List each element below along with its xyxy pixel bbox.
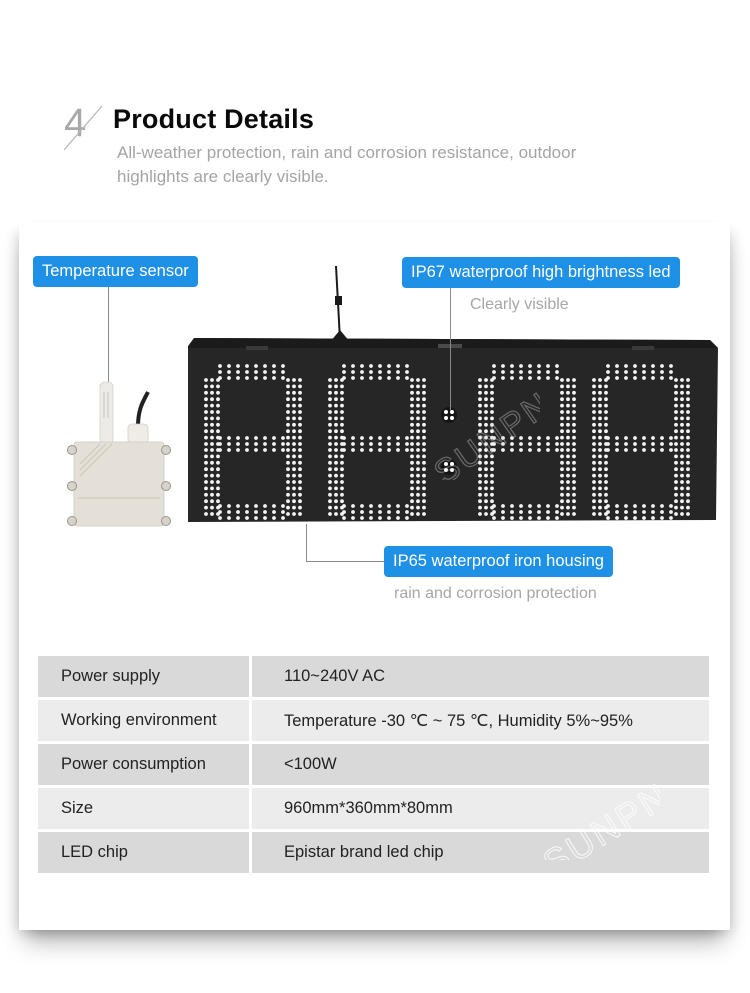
temperature-sensor-image — [67, 381, 171, 527]
spec-label: Size — [38, 788, 249, 829]
spec-label: Power supply — [38, 656, 249, 697]
spec-row-power-supply: Power supply 110~240V AC — [38, 656, 709, 697]
housing-leader-horizontal — [306, 561, 384, 562]
led-display-image — [188, 265, 718, 522]
spec-row-led-chip: LED chip Epistar brand led chip — [38, 832, 709, 873]
colon-lower — [441, 459, 457, 475]
led-feature-caption: Clearly visible — [470, 296, 569, 313]
housing-feature-badge: IP65 waterproof iron housing — [384, 546, 613, 577]
svg-text:4: 4 — [64, 101, 86, 145]
temperature-sensor-badge: Temperature sensor — [33, 256, 198, 287]
spec-row-working-environment: Working environment Temperature -30 ℃ ~ … — [38, 700, 709, 741]
led-leader-line — [450, 288, 451, 410]
spec-label: LED chip — [38, 832, 249, 873]
colon-upper — [441, 407, 457, 423]
housing-feature-caption: rain and corrosion protection — [394, 585, 597, 602]
spec-value: <100W — [252, 744, 709, 785]
spec-value: 960mm*360mm*80mm — [252, 788, 709, 829]
page-title: Product Details — [113, 104, 315, 134]
step-number-icon: 4 — [63, 101, 103, 151]
spec-value: Epistar brand led chip — [252, 832, 709, 873]
page-subtitle: All-weather protection, rain and corrosi… — [117, 143, 577, 186]
spec-row-size: Size 960mm*360mm*80mm — [38, 788, 709, 829]
sensor-leader-line — [108, 287, 109, 383]
led-feature-badge: IP67 waterproof high brightness led — [402, 257, 680, 288]
spec-row-power-consumption: Power consumption <100W — [38, 744, 709, 785]
spec-label: Power consumption — [38, 744, 249, 785]
spec-value: Temperature -30 ℃ ~ 75 ℃, Humidity 5%~95… — [252, 700, 709, 741]
spec-label: Working environment — [38, 700, 249, 741]
spec-table: Power supply 110~240V AC Working environ… — [38, 656, 709, 876]
spec-value: 110~240V AC — [252, 656, 709, 697]
housing-leader-vertical — [306, 524, 307, 562]
